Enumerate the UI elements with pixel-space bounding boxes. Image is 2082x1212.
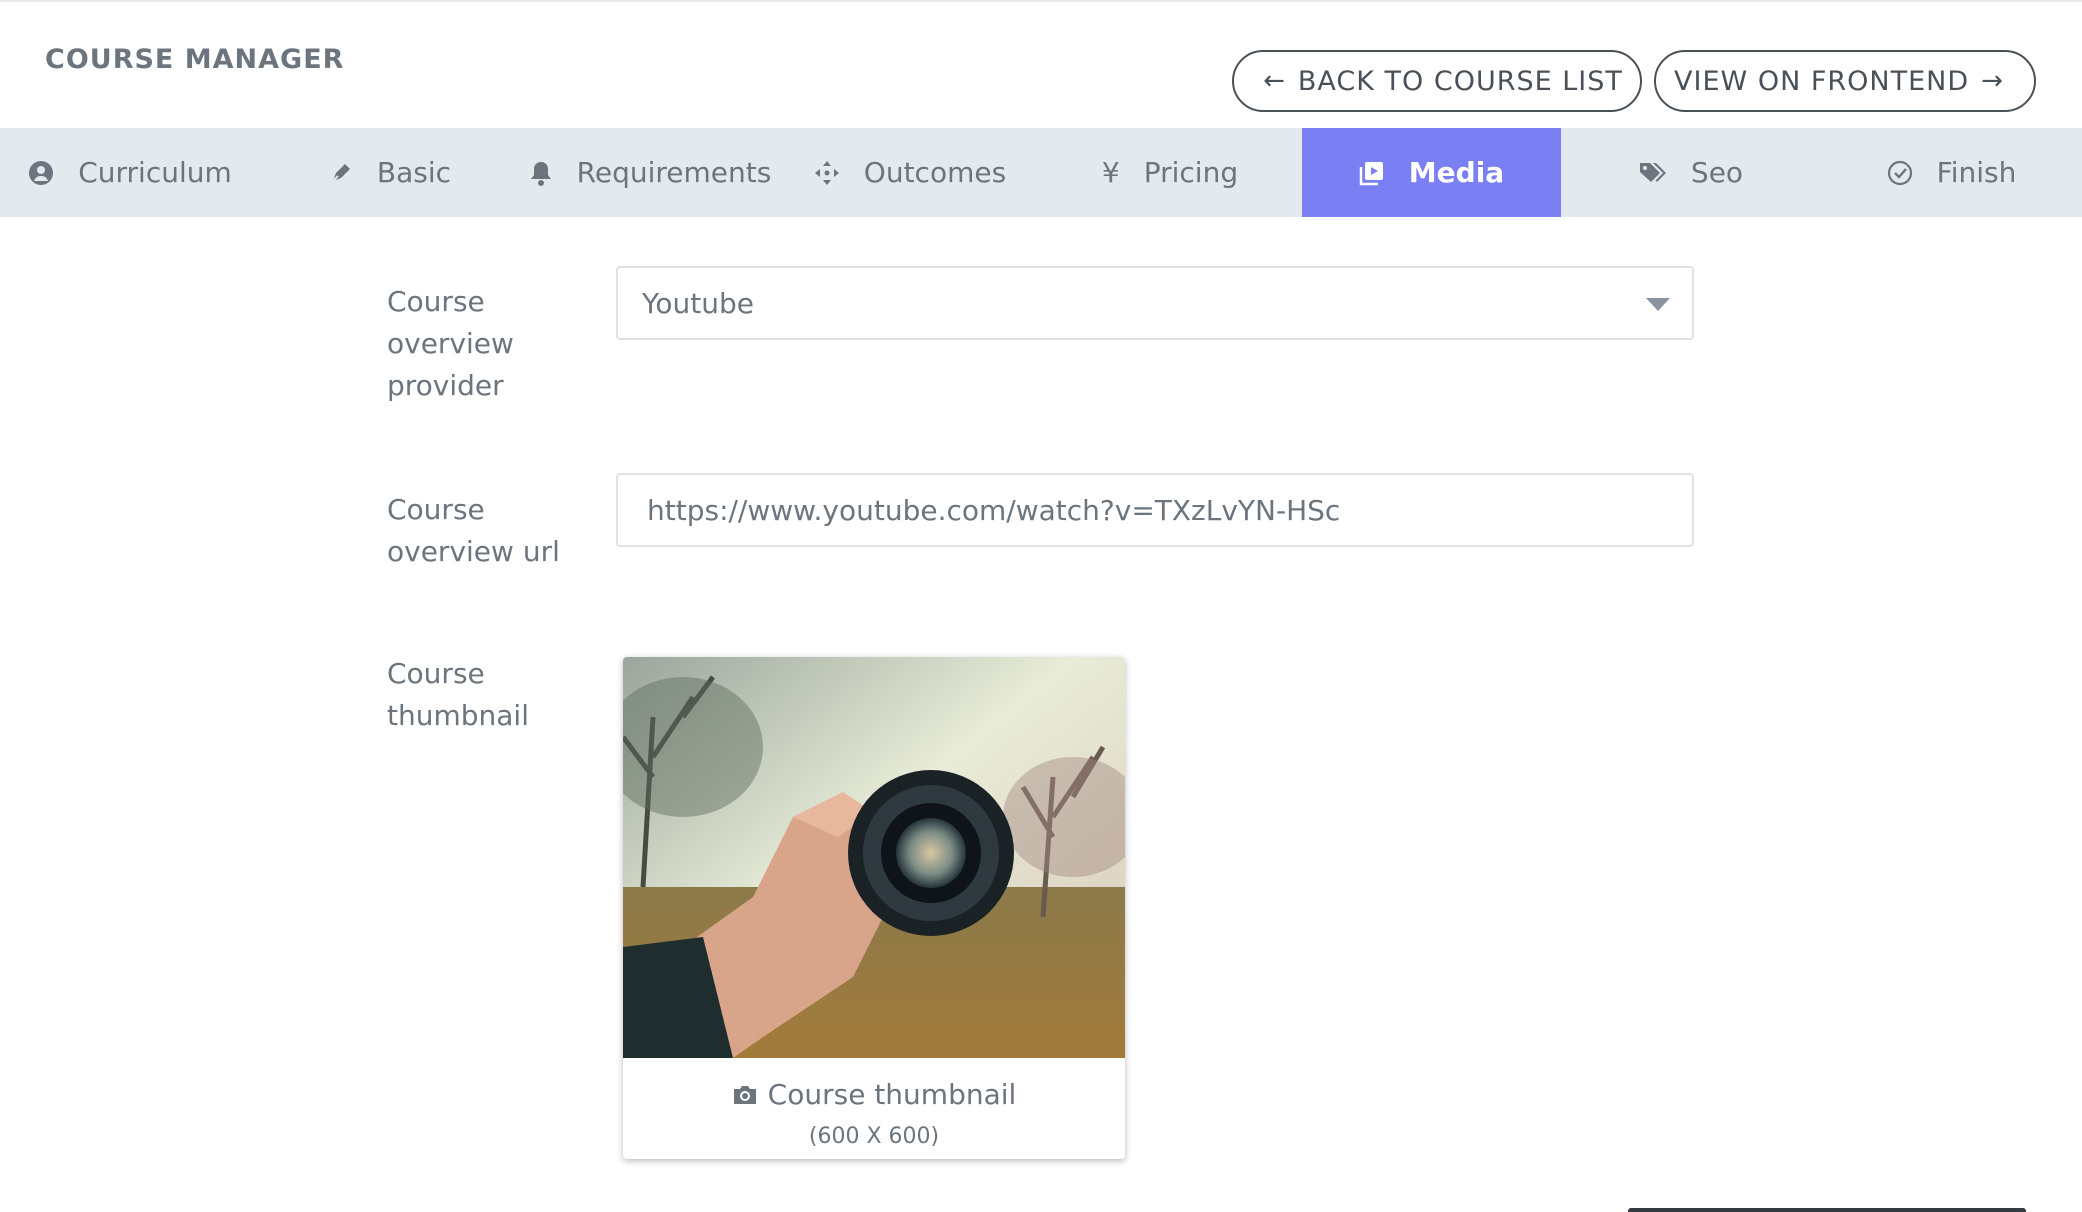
camera-icon xyxy=(732,1084,758,1106)
media-play-icon xyxy=(1359,160,1385,186)
page-title: COURSE MANAGER xyxy=(45,44,345,75)
tab-label: Curriculum xyxy=(78,156,232,189)
thumbnail-uploader[interactable]: Course thumbnail (600 X 600) xyxy=(623,657,1125,1159)
thumbnail-caption: Course thumbnail (600 X 600) xyxy=(623,1058,1125,1159)
tab-finish[interactable]: Finish xyxy=(1821,128,2082,217)
tab-label: Outcomes xyxy=(863,156,1007,189)
move-arrows-icon xyxy=(814,160,840,186)
tab-requirements[interactable]: Requirements xyxy=(520,128,780,217)
thumbnail-caption-text: Course thumbnail xyxy=(767,1078,1017,1111)
bell-icon xyxy=(529,160,553,186)
submit-button[interactable] xyxy=(1628,1208,2026,1212)
provider-select-value: Youtube xyxy=(642,286,754,320)
arrow-right-icon: → xyxy=(1981,66,2004,96)
tab-label: Finish xyxy=(1936,156,2017,189)
view-on-frontend-button[interactable]: VIEW ON FRONTEND → xyxy=(1654,50,2036,112)
top-border xyxy=(0,0,2082,2)
frontend-button-label: VIEW ON FRONTEND xyxy=(1674,65,1970,97)
tab-label: Pricing xyxy=(1143,156,1239,189)
pen-icon xyxy=(329,161,353,185)
tab-pricing[interactable]: ¥ Pricing xyxy=(1040,128,1300,217)
tab-basic[interactable]: Basic xyxy=(260,128,520,217)
yen-icon: ¥ xyxy=(1101,156,1120,189)
provider-select[interactable]: Youtube xyxy=(616,266,1694,340)
tab-curriculum[interactable]: Curriculum xyxy=(0,128,260,217)
chevron-down-icon xyxy=(1646,298,1670,311)
arrow-left-icon: ← xyxy=(1263,66,1286,96)
check-circle-icon xyxy=(1887,160,1913,186)
tab-label: Seo xyxy=(1690,156,1744,189)
user-circle-icon xyxy=(28,160,54,186)
tab-seo[interactable]: Seo xyxy=(1561,128,1821,217)
overview-url-value: https://www.youtube.com/watch?v=TXzLvYN-… xyxy=(647,493,1341,527)
thumbnail-size-hint: (600 X 600) xyxy=(808,1124,940,1149)
url-label: Course overview url xyxy=(387,493,560,568)
tab-media[interactable]: Media xyxy=(1302,128,1561,217)
overview-url-input[interactable]: https://www.youtube.com/watch?v=TXzLvYN-… xyxy=(616,473,1694,547)
provider-label: Course overview provider xyxy=(387,285,514,402)
course-tabs: Curriculum Basic Requirements Outcomes ¥… xyxy=(0,128,2082,217)
tab-label: Requirements xyxy=(576,156,772,189)
tab-label: Basic xyxy=(376,156,452,189)
tab-label: Media xyxy=(1408,156,1505,189)
back-button-label: BACK TO COURSE LIST xyxy=(1297,65,1623,97)
thumbnail-image xyxy=(623,657,1125,1058)
tags-icon xyxy=(1639,161,1667,185)
back-to-course-list-button[interactable]: ← BACK TO COURSE LIST xyxy=(1232,50,1642,112)
tab-outcomes[interactable]: Outcomes xyxy=(780,128,1040,217)
thumbnail-label: Course thumbnail xyxy=(387,657,529,732)
